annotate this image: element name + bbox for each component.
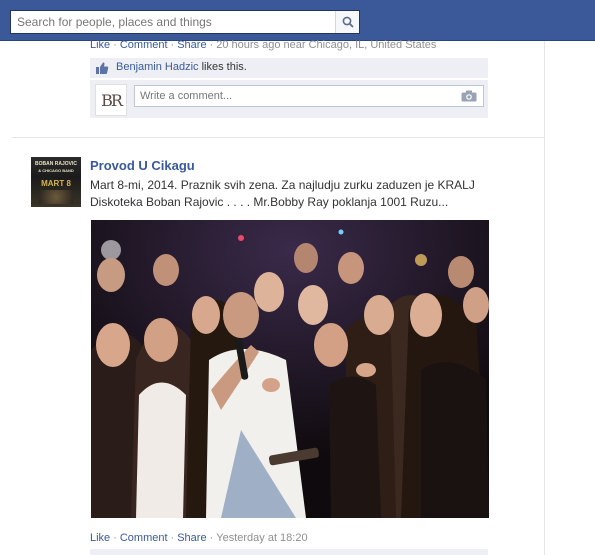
post1-actions: Like · Comment · Share · 20 hours ago near Chi… — [90, 39, 437, 51]
post-body-line-2: Diskoteka Boban Rajovic . . . . Mr.Bobby… — [90, 195, 449, 209]
search-icon — [342, 16, 354, 28]
comment-composer: BR — [90, 80, 488, 118]
like-link[interactable]: Like — [90, 532, 110, 544]
share-link[interactable]: Share — [177, 532, 206, 544]
avatar[interactable]: BR — [95, 84, 127, 116]
comment-link[interactable]: Comment — [120, 39, 168, 51]
search-button[interactable] — [335, 11, 359, 33]
post1-timestamp: 20 hours ago near Chicago, IL, United St… — [216, 39, 437, 51]
likes-summary: Benjamin Hadzic likes this. — [90, 58, 488, 78]
liker-name-link[interactable]: Benjamin Hadzic — [116, 61, 199, 73]
search-input[interactable] — [11, 11, 337, 33]
share-link[interactable]: Share — [177, 39, 206, 51]
post-body: Mart 8-mi, 2014. Praznik svih zena. Za n… — [90, 177, 490, 211]
post2-actions: Like · Comment · Share · Yesterday at 18:20 — [90, 532, 308, 544]
page-avatar[interactable]: BOBAN RAJOVIC & CHICAGO BAND MART 8 — [31, 157, 81, 207]
feed-right-border — [544, 41, 545, 555]
post2-timestamp: Yesterday at 18:20 — [216, 532, 308, 544]
album-line-2: & CHICAGO BAND — [38, 168, 74, 173]
like-link[interactable]: Like — [90, 39, 110, 51]
top-navigation-bar — [0, 0, 595, 41]
avatar-initials: BR — [101, 90, 123, 110]
post-divider — [12, 137, 544, 138]
comment-input[interactable] — [134, 85, 484, 107]
album-line-1: BOBAN RAJOVIC — [35, 161, 77, 167]
album-line-3: MART 8 — [41, 179, 71, 188]
post-title-link[interactable]: Provod U Cikagu — [90, 158, 195, 173]
likes-suffix: likes this. — [201, 61, 247, 73]
search-box — [10, 10, 360, 34]
post-photo[interactable] — [91, 220, 489, 518]
comment-link[interactable]: Comment — [120, 532, 168, 544]
camera-icon[interactable] — [461, 90, 477, 102]
like-thumb-icon — [96, 62, 109, 74]
album-art — [39, 190, 73, 204]
post-body-line-1: Mart 8-mi, 2014. Praznik svih zena. Za n… — [90, 178, 475, 192]
party-photo-illustration — [91, 220, 489, 518]
post2-feedback-panel — [90, 549, 488, 555]
